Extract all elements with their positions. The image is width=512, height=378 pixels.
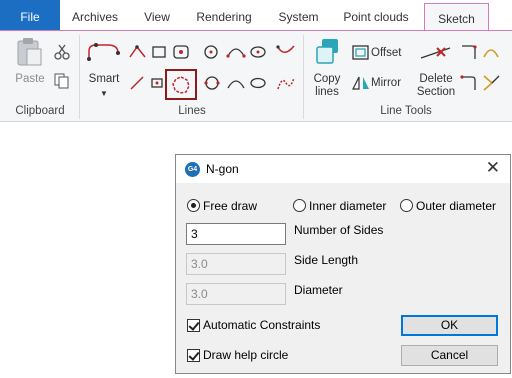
line-icon[interactable] <box>128 74 146 92</box>
offset-icon[interactable] <box>352 45 370 61</box>
tab-sketch[interactable]: Sketch <box>424 3 489 31</box>
arc-icon[interactable] <box>226 44 246 60</box>
copy-lines-button[interactable]: Copy lines <box>306 73 348 99</box>
group-divider <box>303 35 304 119</box>
cut-icon[interactable] <box>54 44 70 60</box>
ngon-dialog: G4 N-gon ✕ Free draw Inner diameter Oute… <box>175 154 511 374</box>
trim-corner-icon[interactable] <box>460 43 478 61</box>
ribbon-panel: Paste Clipboard Smart ▼ Lines Copy lines… <box>0 30 512 122</box>
mirror-button[interactable]: Mirror <box>371 77 407 90</box>
tab-point-clouds[interactable]: Point clouds <box>336 0 416 30</box>
mirror-icon[interactable] <box>352 75 370 91</box>
copy-icon[interactable] <box>54 73 70 89</box>
smart-button[interactable]: Smart <box>86 73 122 86</box>
polyline-icon[interactable] <box>128 44 148 60</box>
ngon-tool-selected[interactable] <box>165 69 197 100</box>
rounded-rectangle-icon[interactable] <box>172 44 190 60</box>
offset-button[interactable]: Offset <box>371 47 407 60</box>
tab-view[interactable]: View <box>136 0 178 30</box>
paste-icon[interactable] <box>16 37 44 67</box>
draw-help-circle-checkbox[interactable] <box>187 349 200 362</box>
radio-inner-diameter[interactable] <box>293 199 306 212</box>
fillet-icon[interactable] <box>482 43 500 61</box>
ellipse-icon[interactable] <box>249 44 267 60</box>
free-draw-label[interactable]: Free draw <box>203 199 257 213</box>
circle-center-icon[interactable] <box>203 44 219 60</box>
tab-system[interactable]: System <box>271 0 326 30</box>
radio-outer-diameter[interactable] <box>400 199 413 212</box>
lines-group-label: Lines <box>178 105 206 117</box>
rectangle-icon[interactable] <box>151 44 167 60</box>
automatic-constraints-checkbox[interactable] <box>187 319 200 332</box>
clipboard-group-label: Clipboard <box>15 105 65 117</box>
extend-icon[interactable] <box>460 74 478 92</box>
delete-section-button[interactable]: Delete Section <box>413 73 459 99</box>
outer-diameter-label[interactable]: Outer diameter <box>416 199 496 213</box>
dialog-title: N-gon <box>206 162 239 176</box>
line-tools-group-label: Line Tools <box>380 105 432 117</box>
ok-button[interactable]: OK <box>401 315 498 336</box>
ngon-icon <box>172 76 190 94</box>
tab-archives[interactable]: Archives <box>66 0 124 30</box>
group-divider <box>79 35 80 119</box>
ribbon-tab-bar: File Archives View Rendering System Poin… <box>0 0 512 31</box>
ellipse-axis-icon[interactable] <box>249 76 267 90</box>
smart-dropdown-icon[interactable]: ▼ <box>86 87 122 100</box>
delete-section-icon[interactable] <box>420 43 452 63</box>
draw-help-circle-label[interactable]: Draw help circle <box>203 348 288 362</box>
freeform-curve-icon[interactable] <box>276 42 296 60</box>
slot-icon[interactable] <box>150 76 164 90</box>
side-length-label: Side Length <box>294 253 359 267</box>
tab-file[interactable]: File <box>0 0 60 30</box>
side-length-input: 3.0 <box>186 253 286 275</box>
diameter-input: 3.0 <box>186 283 286 305</box>
copy-lines-icon[interactable] <box>314 37 344 67</box>
circle-three-point-icon[interactable] <box>203 74 221 92</box>
radio-free-draw[interactable] <box>187 199 200 212</box>
chamfer-icon[interactable] <box>482 74 500 92</box>
automatic-constraints-label[interactable]: Automatic Constraints <box>203 318 320 332</box>
polyline-spline-icon[interactable] <box>86 41 122 63</box>
bspline-icon[interactable] <box>276 74 296 92</box>
arc-three-point-icon[interactable] <box>226 74 246 92</box>
dialog-titlebar[interactable]: G4 N-gon ✕ <box>176 155 510 183</box>
number-of-sides-input[interactable]: 3 <box>186 223 286 245</box>
tab-rendering[interactable]: Rendering <box>190 0 258 30</box>
app-logo-icon: G4 <box>185 162 200 177</box>
cancel-button[interactable]: Cancel <box>401 345 498 366</box>
number-of-sides-label: Number of Sides <box>294 223 384 237</box>
diameter-label: Diameter <box>294 283 343 297</box>
inner-diameter-label[interactable]: Inner diameter <box>309 199 386 213</box>
paste-button[interactable]: Paste <box>10 73 50 86</box>
close-icon[interactable]: ✕ <box>486 159 500 177</box>
